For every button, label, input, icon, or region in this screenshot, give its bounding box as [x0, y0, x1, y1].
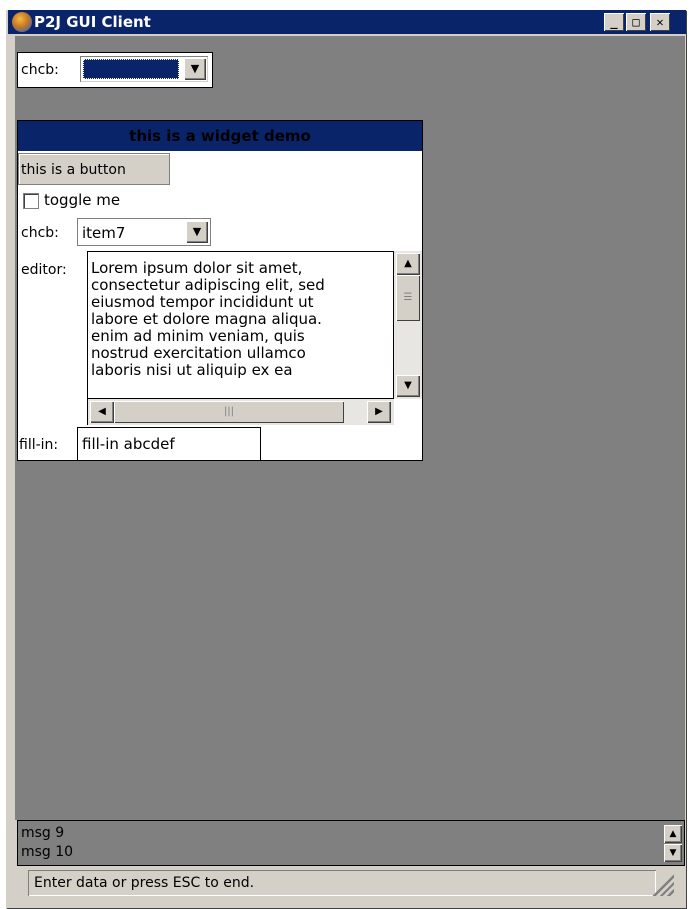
- fill-in-field[interactable]: [77, 427, 261, 461]
- scroll-left-icon[interactable]: ◀: [90, 401, 114, 423]
- toggle-label[interactable]: toggle me: [44, 191, 120, 209]
- horizontal-scroll-thumb[interactable]: |||: [114, 401, 344, 423]
- chevron-down-icon[interactable]: ▼: [184, 58, 206, 80]
- chcb-label: chcb:: [21, 225, 59, 241]
- scroll-down-icon[interactable]: ▼: [396, 375, 420, 397]
- chcb-combo[interactable]: item7 ▼: [77, 218, 211, 246]
- window-title: P2J GUI Client: [34, 13, 151, 31]
- top-chcb-label: chcb:: [21, 62, 59, 78]
- minimize-button[interactable]: _: [604, 13, 624, 31]
- editor-label: editor:: [21, 262, 67, 278]
- editor-horizontal-scrollbar[interactable]: ◀ ||| ▶: [87, 399, 394, 425]
- message-line: msg 10: [21, 844, 74, 860]
- demo-button[interactable]: this is a button: [18, 153, 170, 185]
- close-button[interactable]: ✕: [650, 13, 670, 31]
- scroll-down-icon[interactable]: ▼: [664, 844, 682, 862]
- message-line: msg 9: [21, 825, 65, 841]
- editor-textarea[interactable]: Lorem ipsum dolor sit amet, consectetur …: [87, 251, 394, 399]
- scroll-up-icon[interactable]: ▲: [396, 253, 420, 275]
- chevron-down-icon[interactable]: ▼: [186, 221, 208, 243]
- scroll-up-icon[interactable]: ▲: [664, 825, 682, 843]
- frame-title: this is a widget demo: [18, 121, 422, 151]
- vertical-scroll-thumb[interactable]: ☰: [396, 275, 420, 321]
- message-area[interactable]: msg 9 msg 10 ▲ ▼: [17, 820, 685, 866]
- fill-in-label: fill-in:: [19, 437, 59, 453]
- app-icon[interactable]: [12, 12, 32, 32]
- toggle-checkbox[interactable]: [23, 193, 39, 209]
- resize-grip-icon[interactable]: [650, 872, 674, 896]
- scroll-right-icon[interactable]: ▶: [367, 401, 391, 423]
- widget-demo-frame: this is a widget demo this is a button t…: [17, 120, 423, 461]
- editor-vertical-scrollbar[interactable]: ▲ ☰ ▼: [394, 251, 422, 399]
- top-chcb-frame: chcb: ▼: [17, 52, 213, 88]
- title-bar[interactable]: P2J GUI Client _ □ ✕: [8, 10, 686, 34]
- chcb-value: item7: [82, 224, 126, 242]
- maximize-button[interactable]: □: [626, 13, 646, 31]
- status-bar: Enter data or press ESC to end.: [28, 870, 656, 896]
- editor-text[interactable]: Lorem ipsum dolor sit amet, consectetur …: [91, 260, 391, 379]
- top-chcb-selected[interactable]: [83, 59, 179, 79]
- top-chcb-combo[interactable]: ▼: [80, 56, 208, 82]
